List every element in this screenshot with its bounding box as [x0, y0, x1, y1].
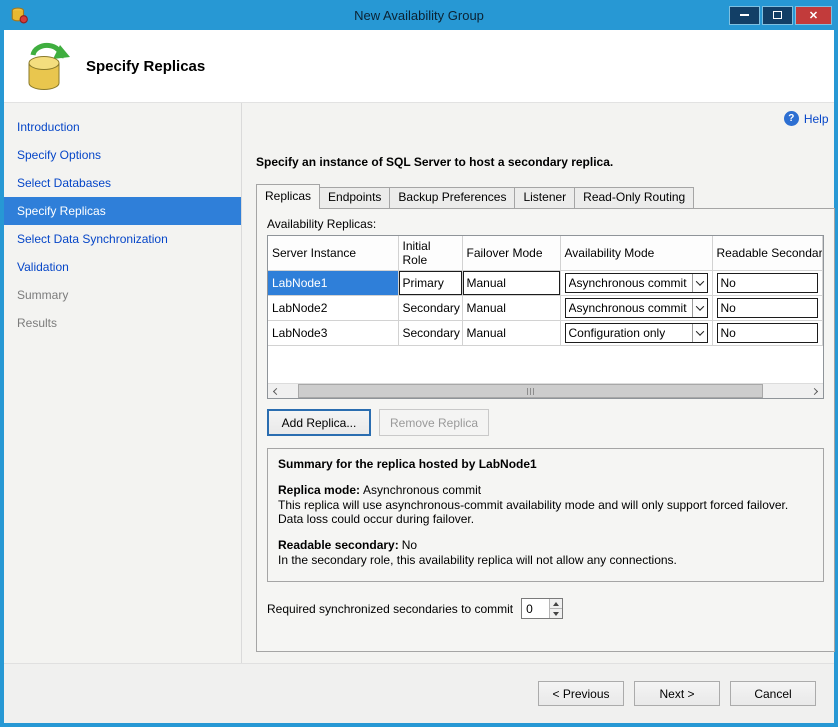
- scroll-left-button[interactable]: [268, 384, 284, 398]
- replica-mode-value: Asynchronous commit: [363, 483, 481, 497]
- scrollbar-track[interactable]: [284, 384, 807, 398]
- chevron-right-icon: [811, 387, 818, 394]
- stepper-down-button[interactable]: [550, 608, 562, 618]
- col-header-server-instance[interactable]: Server Instance: [268, 236, 398, 270]
- dialog-footer: < Previous Next > Cancel: [4, 663, 834, 723]
- readable-secondary-cell[interactable]: No: [717, 298, 818, 318]
- help-link[interactable]: ? Help: [784, 111, 829, 126]
- tab-strip: Replicas Endpoints Backup Preferences Li…: [256, 183, 835, 208]
- horizontal-scrollbar[interactable]: [268, 383, 823, 398]
- required-secondaries-label: Required synchronized secondaries to com…: [267, 602, 513, 616]
- minimize-icon: [740, 14, 749, 16]
- sidebar-item-specify-options[interactable]: Specify Options: [4, 141, 241, 169]
- help-icon: ?: [784, 111, 799, 126]
- tab-listener[interactable]: Listener: [514, 187, 575, 208]
- cell-initial-role[interactable]: Secondary: [398, 295, 462, 320]
- cell-initial-role[interactable]: Primary: [398, 270, 462, 295]
- sidebar-item-validation[interactable]: Validation: [4, 253, 241, 281]
- next-button[interactable]: Next >: [634, 681, 720, 706]
- replicas-grid: Server Instance Initial Role Failover Mo…: [267, 235, 824, 399]
- add-replica-button[interactable]: Add Replica...: [267, 409, 371, 436]
- readable-secondary-value: No: [402, 538, 417, 552]
- grid-row-labnode1[interactable]: LabNode1 Primary Manual Asynchronous com…: [268, 270, 822, 295]
- scrollbar-thumb[interactable]: [298, 384, 763, 398]
- title-bar: New Availability Group ✕: [4, 0, 834, 30]
- sidebar-item-introduction[interactable]: Introduction: [4, 113, 241, 141]
- grid-header-row: Server Instance Initial Role Failover Mo…: [268, 236, 822, 270]
- dropdown-value: Asynchronous commit: [569, 301, 687, 315]
- close-button[interactable]: ✕: [795, 6, 832, 25]
- replicas-tab-panel: Availability Replicas: Server Instance I…: [256, 208, 835, 652]
- availability-mode-dropdown[interactable]: Asynchronous commit: [565, 273, 708, 293]
- grip-icon: [530, 388, 531, 395]
- availability-mode-dropdown[interactable]: Asynchronous commit: [565, 298, 708, 318]
- tab-read-only-routing[interactable]: Read-Only Routing: [574, 187, 694, 208]
- tab-endpoints[interactable]: Endpoints: [319, 187, 390, 208]
- required-secondaries-input[interactable]: [522, 599, 549, 618]
- page-title: Specify Replicas: [86, 58, 205, 75]
- readable-secondary-cell[interactable]: No: [717, 323, 818, 343]
- cell-failover-mode[interactable]: Manual: [462, 320, 560, 345]
- wizard-header: Specify Replicas: [4, 30, 834, 103]
- availability-group-icon: [20, 39, 70, 93]
- chevron-down-icon[interactable]: [692, 274, 707, 292]
- col-header-readable-secondary[interactable]: Readable Secondary: [712, 236, 822, 270]
- close-icon: ✕: [809, 9, 818, 22]
- readable-secondary-label: Readable secondary:: [278, 538, 399, 552]
- page-content: ? Help Specify an instance of SQL Server…: [242, 103, 838, 663]
- dropdown-value: Asynchronous commit: [569, 276, 687, 290]
- replica-summary-panel: Summary for the replica hosted by LabNod…: [267, 448, 824, 582]
- sidebar-item-specify-replicas[interactable]: Specify Replicas: [4, 197, 241, 225]
- availability-mode-dropdown[interactable]: Configuration only: [565, 323, 708, 343]
- readable-secondary-description: In the secondary role, this availability…: [278, 553, 813, 567]
- tab-backup-preferences[interactable]: Backup Preferences: [389, 187, 515, 208]
- readable-secondary-cell[interactable]: No: [717, 273, 818, 293]
- cell-value: No: [721, 326, 736, 340]
- previous-button[interactable]: < Previous: [538, 681, 624, 706]
- sidebar-item-select-databases[interactable]: Select Databases: [4, 169, 241, 197]
- tab-replicas[interactable]: Replicas: [256, 184, 320, 209]
- sidebar-item-select-data-synchronization[interactable]: Select Data Synchronization: [4, 225, 241, 253]
- dropdown-value: Configuration only: [569, 326, 666, 340]
- sidebar-item-summary: Summary: [4, 281, 241, 309]
- summary-title: Summary for the replica hosted by LabNod…: [278, 457, 813, 471]
- arrow-up-icon: [553, 602, 559, 606]
- cell-server-instance[interactable]: LabNode1: [268, 270, 398, 295]
- cell-failover-mode[interactable]: Manual: [462, 295, 560, 320]
- required-secondaries-stepper: [521, 598, 563, 619]
- wizard-steps-sidebar: Introduction Specify Options Select Data…: [4, 103, 242, 663]
- arrow-down-icon: [553, 612, 559, 616]
- help-label: Help: [804, 112, 829, 126]
- window-title: New Availability Group: [4, 8, 834, 23]
- dialog-window: New Availability Group ✕ Specify Replica…: [0, 0, 838, 727]
- availability-replicas-label: Availability Replicas:: [267, 217, 824, 231]
- col-header-availability-mode[interactable]: Availability Mode: [560, 236, 712, 270]
- cell-value: No: [721, 301, 736, 315]
- chevron-left-icon: [272, 387, 279, 394]
- cell-initial-role[interactable]: Secondary: [398, 320, 462, 345]
- cell-server-instance[interactable]: LabNode2: [268, 295, 398, 320]
- cancel-button[interactable]: Cancel: [730, 681, 816, 706]
- chevron-down-icon[interactable]: [692, 299, 707, 317]
- sidebar-item-results: Results: [4, 309, 241, 337]
- chevron-down-icon[interactable]: [692, 324, 707, 342]
- scroll-right-button[interactable]: [807, 384, 823, 398]
- replica-mode-label: Replica mode:: [278, 483, 360, 497]
- cell-failover-mode[interactable]: Manual: [462, 270, 560, 295]
- maximize-button[interactable]: [762, 6, 793, 25]
- col-header-initial-role[interactable]: Initial Role: [398, 236, 462, 270]
- cell-value: No: [721, 276, 736, 290]
- minimize-button[interactable]: [729, 6, 760, 25]
- replica-mode-description: This replica will use asynchronous-commi…: [278, 498, 813, 526]
- instruction-text: Specify an instance of SQL Server to hos…: [256, 155, 835, 169]
- col-header-failover-mode[interactable]: Failover Mode: [462, 236, 560, 270]
- remove-replica-button: Remove Replica: [379, 409, 489, 436]
- grid-row-labnode2[interactable]: LabNode2 Secondary Manual Asynchronous c…: [268, 295, 822, 320]
- grid-row-labnode3[interactable]: LabNode3 Secondary Manual Configuration …: [268, 320, 822, 345]
- cell-server-instance[interactable]: LabNode3: [268, 320, 398, 345]
- stepper-up-button[interactable]: [550, 599, 562, 608]
- maximize-icon: [773, 11, 782, 19]
